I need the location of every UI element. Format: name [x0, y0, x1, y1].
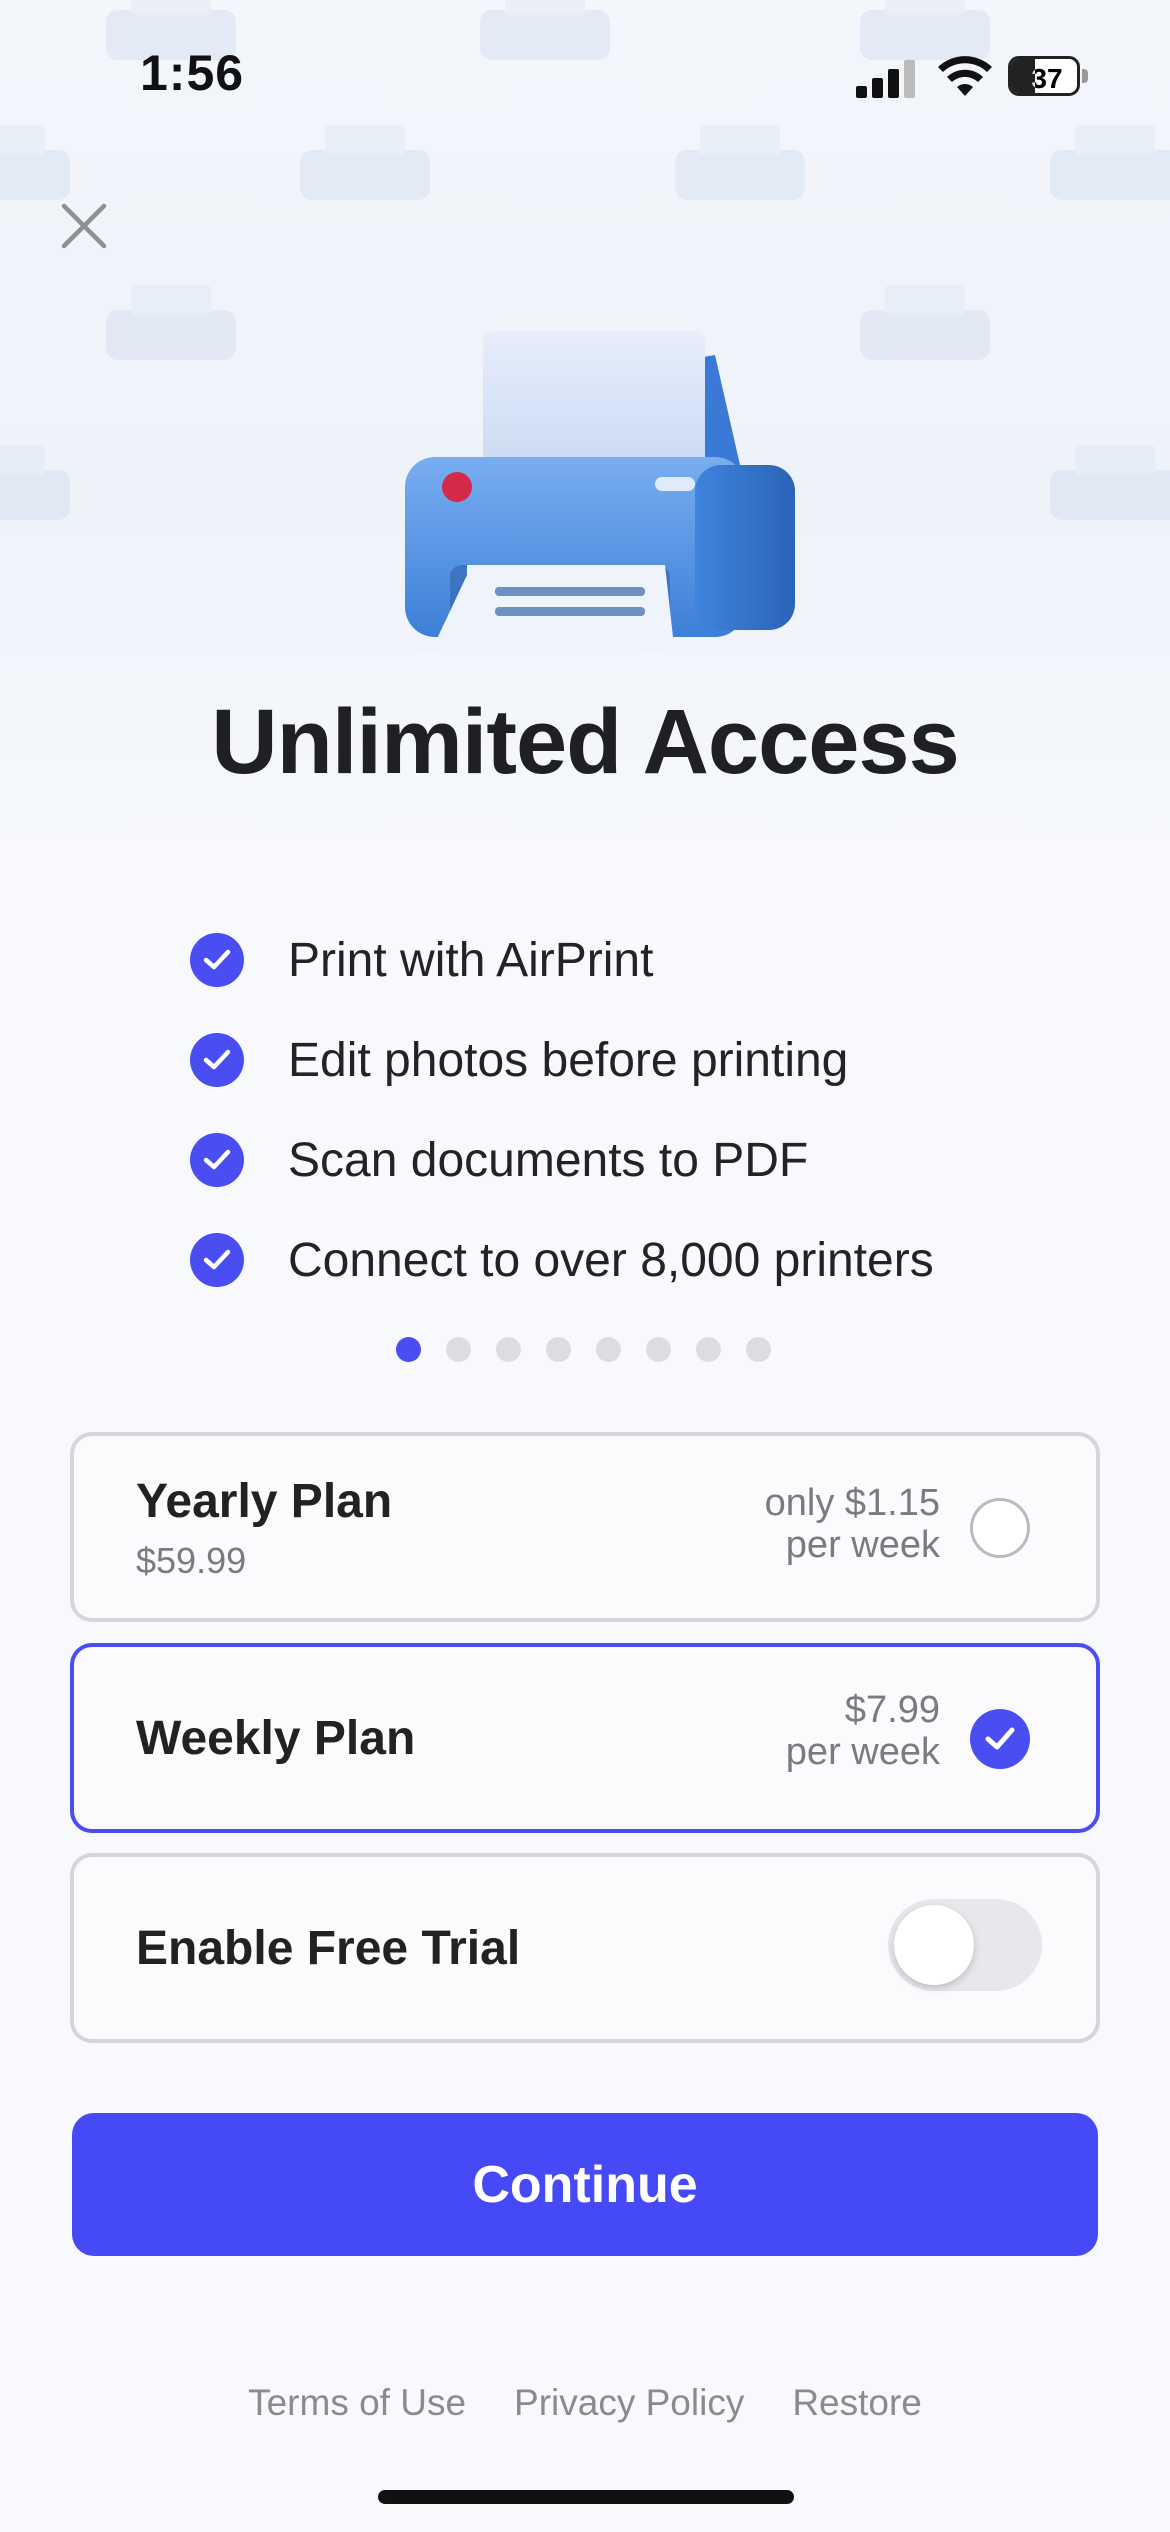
plan-price-line: $7.99 — [844, 1689, 940, 1731]
yearly-plan-option[interactable]: Yearly Plan $59.99 only $1.15 per week — [70, 1432, 1100, 1622]
status-bar: 1:56 37 — [0, 0, 1170, 150]
printer-pattern-icon — [0, 445, 70, 520]
close-icon — [61, 203, 107, 249]
plan-price-line: per week — [785, 1731, 940, 1773]
feature-item: Print with AirPrint — [190, 910, 1090, 1010]
feature-label: Print with AirPrint — [288, 933, 654, 987]
check-icon — [190, 1133, 244, 1187]
restore-link[interactable]: Restore — [792, 2382, 922, 2424]
weekly-plan-radio[interactable] — [970, 1709, 1030, 1769]
weekly-plan-option[interactable]: Weekly Plan $7.99 per week — [70, 1643, 1100, 1833]
printer-icon — [395, 331, 795, 655]
feature-item: Connect to over 8,000 printers — [190, 1210, 1090, 1310]
page-indicator[interactable] — [396, 1337, 771, 1362]
free-trial-label: Enable Free Trial — [136, 1922, 521, 1975]
check-icon — [190, 1033, 244, 1087]
page-dot[interactable] — [596, 1337, 621, 1362]
feature-item: Scan documents to PDF — [190, 1110, 1090, 1210]
battery-level: 37 — [1031, 63, 1063, 94]
continue-button[interactable]: Continue — [72, 2113, 1098, 2256]
privacy-policy-link[interactable]: Privacy Policy — [514, 2382, 744, 2424]
feature-list: Print with AirPrint Edit photos before p… — [190, 910, 1090, 1310]
plan-price-line: per week — [785, 1524, 940, 1566]
page-dot[interactable] — [446, 1337, 471, 1362]
page-dot[interactable] — [746, 1337, 771, 1362]
page-dot[interactable] — [696, 1337, 721, 1362]
printer-pattern-icon — [860, 285, 990, 360]
printer-pattern-icon — [106, 285, 236, 360]
plan-name: Yearly Plan — [136, 1475, 393, 1528]
status-time: 1:56 — [140, 45, 245, 101]
battery-icon: 37 — [1008, 56, 1088, 96]
check-icon — [190, 933, 244, 987]
yearly-plan-radio[interactable] — [970, 1498, 1030, 1558]
page-dot[interactable] — [396, 1337, 421, 1362]
plan-price: only $1.15 per week — [765, 1482, 940, 1566]
footer-links: Terms of Use Privacy Policy Restore — [0, 2382, 1170, 2424]
feature-item: Edit photos before printing — [190, 1010, 1090, 1110]
free-trial-toggle[interactable] — [888, 1899, 1042, 1991]
plan-price: $7.99 per week — [786, 1689, 940, 1773]
free-trial-option: Enable Free Trial — [70, 1853, 1100, 2043]
page-dot[interactable] — [496, 1337, 521, 1362]
check-icon — [985, 1727, 1015, 1750]
toggle-knob — [894, 1905, 974, 1985]
plan-total-price: $59.99 — [136, 1540, 247, 1581]
home-indicator — [378, 2490, 794, 2504]
wifi-icon — [938, 56, 992, 96]
plan-price-line: only $1.15 — [764, 1482, 940, 1524]
printer-pattern-icon — [1050, 445, 1170, 520]
feature-label: Edit photos before printing — [288, 1033, 849, 1087]
close-button[interactable] — [54, 196, 114, 256]
check-icon — [190, 1233, 244, 1287]
page-dot[interactable] — [546, 1337, 571, 1362]
cellular-signal-icon — [856, 60, 915, 98]
feature-label: Scan documents to PDF — [288, 1133, 809, 1187]
terms-of-use-link[interactable]: Terms of Use — [248, 2382, 466, 2424]
feature-label: Connect to over 8,000 printers — [288, 1233, 934, 1287]
page-title: Unlimited Access — [211, 691, 960, 793]
plan-name: Weekly Plan — [136, 1712, 416, 1765]
page-dot[interactable] — [646, 1337, 671, 1362]
